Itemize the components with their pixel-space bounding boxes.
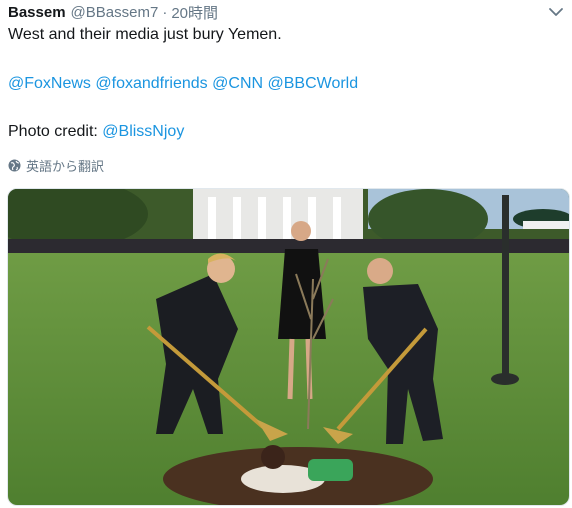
mention-link[interactable]: @CNN <box>212 75 263 92</box>
translate-link[interactable]: 英語から翻訳 <box>8 156 104 175</box>
header-separator: · <box>162 3 168 21</box>
mention-link[interactable]: @BBCWorld <box>268 75 359 92</box>
globe-icon <box>8 159 21 172</box>
tweet: Bassem @BBassem7 · 20時間 West and their m… <box>0 0 572 508</box>
translate-label: 英語から翻訳 <box>26 159 105 174</box>
credit-line: Photo credit: @BlissNjoy <box>8 122 184 142</box>
credit-mention-link[interactable]: @BlissNjoy <box>102 123 184 140</box>
tweet-header: Bassem @BBassem7 · 20時間 <box>8 2 218 22</box>
display-name[interactable]: Bassem <box>8 4 66 21</box>
mention-link[interactable]: @foxandfriends <box>95 75 207 92</box>
timestamp[interactable]: 20時間 <box>171 2 218 23</box>
credit-label: Photo credit: <box>8 123 103 140</box>
chevron-down-icon[interactable] <box>548 4 564 20</box>
photo-illustration <box>8 189 569 505</box>
tweet-text-line: West and their media just bury Yemen. <box>8 26 282 43</box>
user-handle[interactable]: @BBassem7 <box>71 4 159 21</box>
mention-link[interactable]: @FoxNews <box>8 75 91 92</box>
mentions-line: @FoxNews @foxandfriends @CNN @BBCWorld <box>8 74 358 94</box>
tweet-photo[interactable] <box>7 188 570 506</box>
